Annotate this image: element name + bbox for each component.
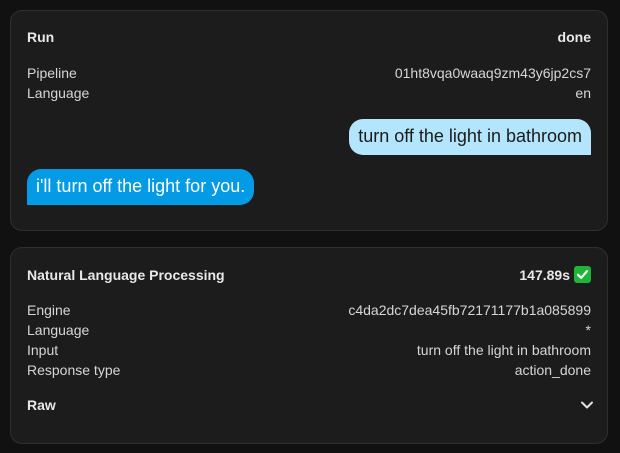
detail-label: Input (27, 342, 59, 358)
run-details: Pipeline 01ht8vqa0waaq9zm43y6jp2cs7 Lang… (27, 63, 591, 103)
run-title: Run (27, 29, 55, 45)
detail-value: * (585, 322, 591, 338)
detail-value: en (575, 85, 591, 101)
run-detail-pipeline: Pipeline 01ht8vqa0waaq9zm43y6jp2cs7 (27, 63, 591, 83)
check-icon (574, 266, 591, 283)
raw-expander[interactable]: Raw (27, 394, 597, 416)
detail-label: Language (27, 322, 90, 338)
nlp-status: 147.89s (519, 266, 591, 283)
user-message-bubble: turn off the light in bathroom (349, 119, 591, 155)
run-card: Run done Pipeline 01ht8vqa0waaq9zm43y6jp… (10, 10, 608, 231)
detail-value: 01ht8vqa0waaq9zm43y6jp2cs7 (394, 65, 591, 81)
nlp-title: Natural Language Processing (27, 266, 225, 283)
nlp-duration: 147.89s (519, 266, 570, 283)
nlp-card: Natural Language Processing 147.89s Engi… (10, 247, 608, 444)
nlp-details: Engine c4da2dc7dea45fb72171177b1a085899 … (27, 300, 591, 380)
raw-label: Raw (27, 397, 56, 413)
detail-label: Response type (27, 362, 121, 378)
detail-label: Pipeline (27, 65, 77, 81)
chevron-down-icon[interactable] (577, 395, 597, 415)
run-status: done (557, 29, 591, 45)
detail-label: Language (27, 85, 90, 101)
nlp-detail-response-type: Response type action_done (27, 360, 591, 380)
detail-value: c4da2dc7dea45fb72171177b1a085899 (348, 302, 591, 318)
nlp-detail-input: Input turn off the light in bathroom (27, 340, 591, 360)
detail-value: turn off the light in bathroom (416, 342, 591, 358)
run-detail-language: Language en (27, 83, 591, 103)
detail-value: action_done (514, 362, 591, 378)
run-card-header: Run done (27, 29, 591, 45)
nlp-detail-language: Language * (27, 320, 591, 340)
detail-label: Engine (27, 302, 71, 318)
nlp-card-header: Natural Language Processing 147.89s (27, 266, 591, 283)
assistant-message-bubble: i'll turn off the light for you. (27, 169, 255, 205)
nlp-detail-engine: Engine c4da2dc7dea45fb72171177b1a085899 (27, 300, 591, 320)
